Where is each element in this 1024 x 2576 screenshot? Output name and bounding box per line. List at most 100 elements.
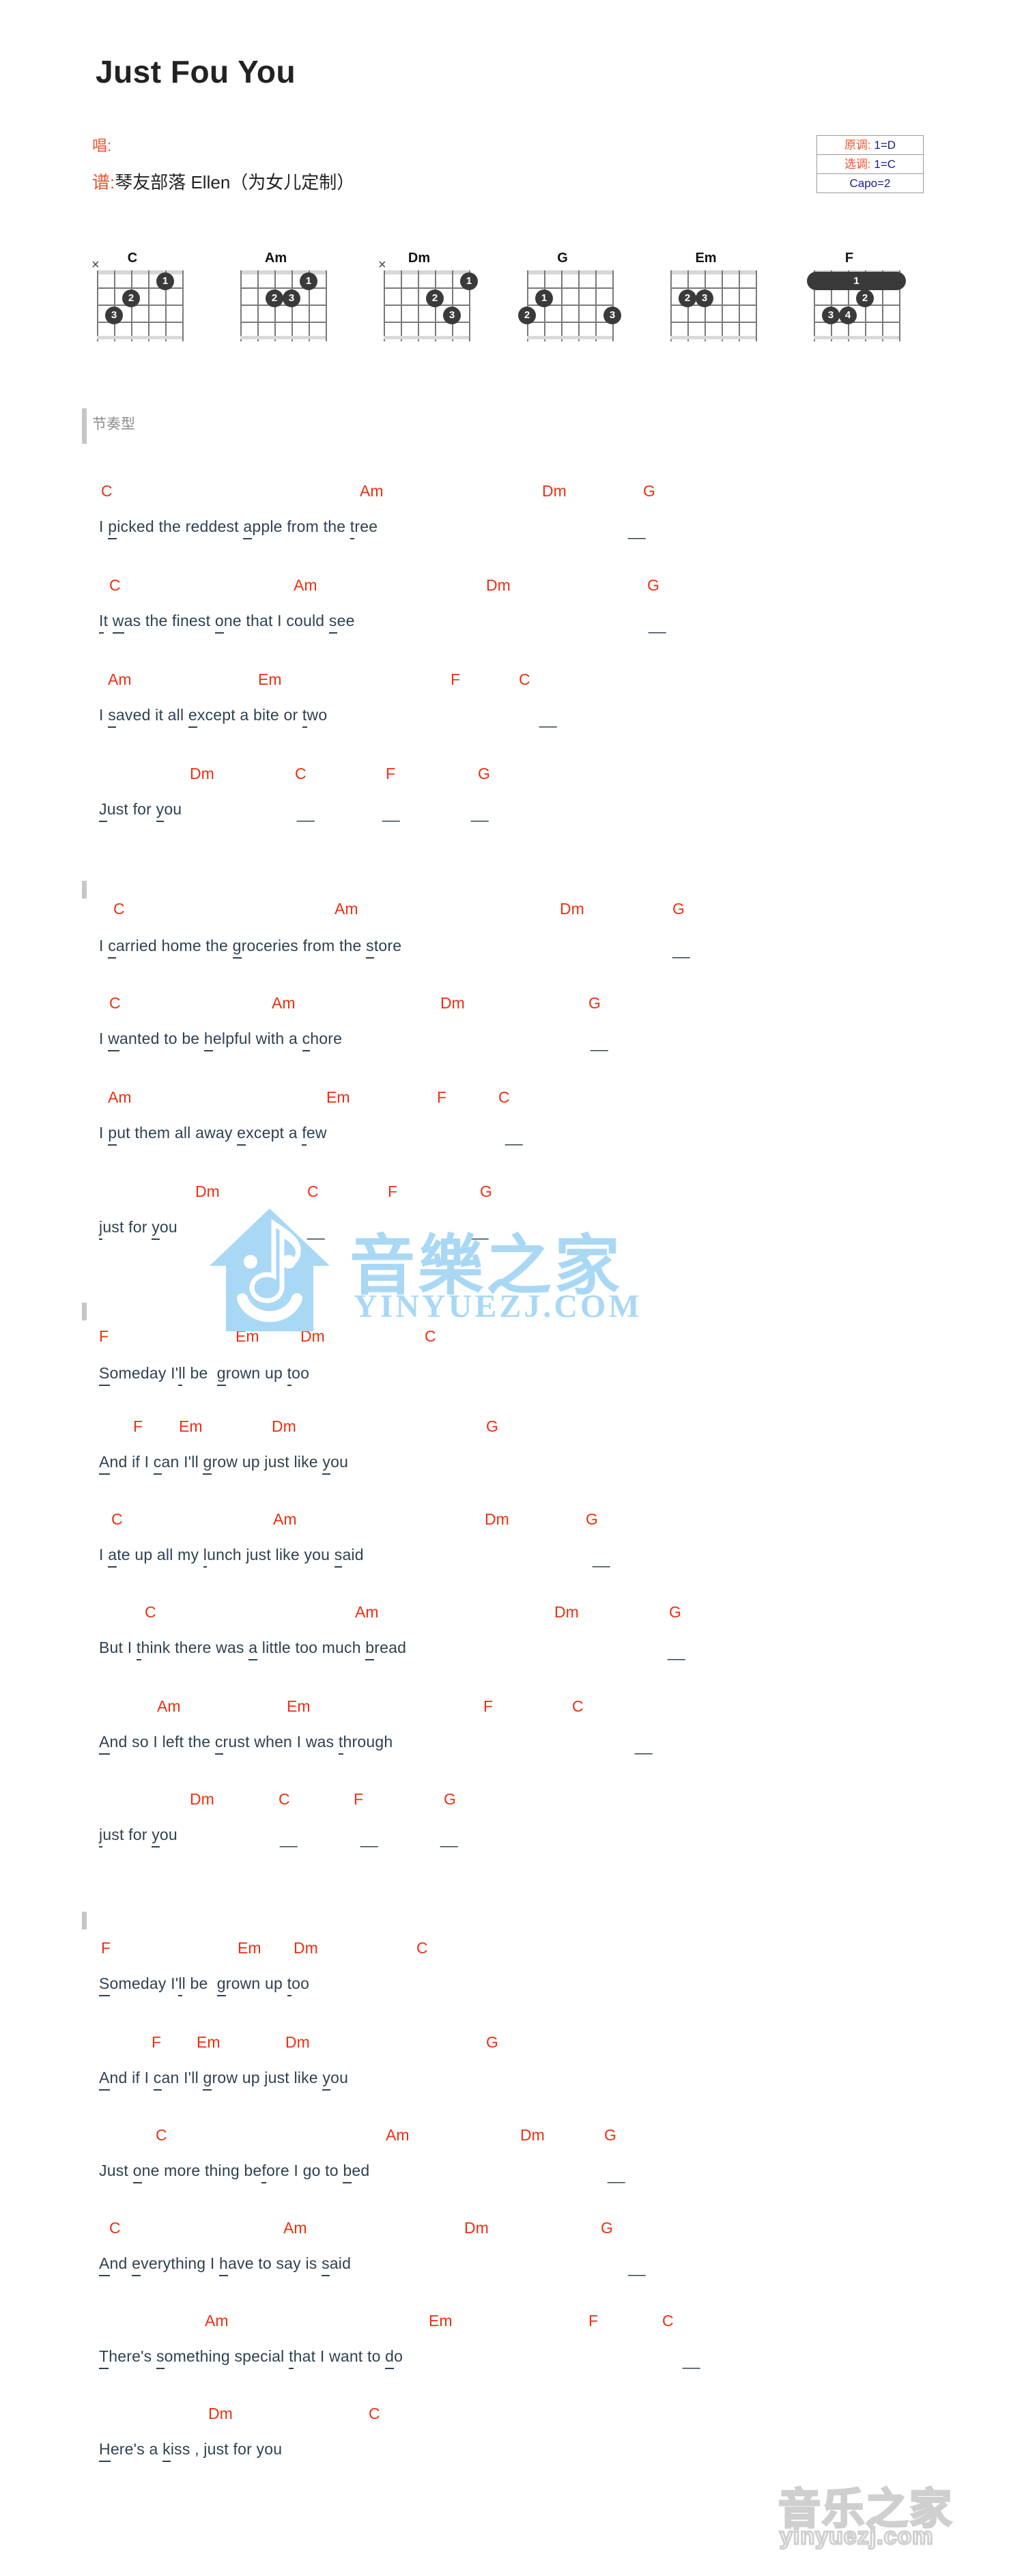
chord-diagram-f: F 1234 bbox=[799, 251, 928, 360]
arranger-credit: 谱:琴友部落 Ellen（为女儿定制） bbox=[92, 169, 354, 194]
lyric-row: Someday I'll be grown up too bbox=[99, 1364, 309, 1386]
chord-row: Am Em F C bbox=[0, 2312, 956, 2332]
singer-credit: 唱: bbox=[92, 134, 111, 156]
chord-finger-dot: 1 bbox=[460, 272, 478, 290]
chord-symbol: G bbox=[672, 900, 685, 918]
chord-fret-line bbox=[240, 322, 326, 323]
chord-fret-line bbox=[240, 305, 326, 306]
chord-diagram-name: Em bbox=[695, 251, 717, 266]
chord-symbol: Em bbox=[179, 1417, 203, 1435]
chord-symbol: Dm bbox=[486, 576, 511, 594]
chord-symbol: G bbox=[604, 2126, 616, 2144]
chord-finger-dot: 1 bbox=[156, 272, 174, 290]
chord-nut bbox=[384, 270, 469, 274]
key-info-label: 选调: bbox=[844, 158, 871, 171]
key-info-row-1: 选调: 1=C bbox=[817, 155, 923, 174]
key-info-row-0: 原调: 1=D bbox=[817, 136, 923, 155]
hold-dash: __ bbox=[683, 2351, 700, 2369]
lyric-row: Here's a kiss , just for you bbox=[99, 2440, 282, 2462]
lyric-text: row up just like bbox=[212, 2069, 323, 2086]
chord-fret-line bbox=[670, 336, 756, 339]
lyric-text: row up just like bbox=[212, 1453, 323, 1471]
chord-symbol: F bbox=[152, 2033, 162, 2051]
lyric-text: ere's a bbox=[110, 2440, 163, 2458]
chord-nut bbox=[527, 270, 612, 274]
lyric-chord-anchor: A bbox=[99, 1453, 110, 1475]
chord-symbol: C bbox=[425, 1327, 436, 1345]
chord-string-line bbox=[595, 270, 597, 341]
chord-row: Dm C F G bbox=[0, 765, 956, 785]
chord-row: C Am Dm G bbox=[0, 2126, 956, 2147]
chord-string-line bbox=[326, 270, 327, 341]
chord-finger-dot: 2 bbox=[679, 289, 696, 307]
chord-symbol: G bbox=[444, 1790, 456, 1808]
hold-dash: __ bbox=[505, 1128, 523, 1146]
lyric-chord-anchor: g bbox=[203, 2069, 212, 2091]
hold-dash-row: __ bbox=[0, 522, 956, 539]
chord-symbol: Am bbox=[355, 1603, 379, 1621]
chord-diagram-dm: Dm 1 2 3 × bbox=[369, 251, 498, 360]
chord-row: C Am Dm G bbox=[0, 482, 956, 503]
hold-dash: __ bbox=[608, 2166, 625, 2183]
chord-row: C Am Dm G bbox=[0, 1603, 956, 1624]
hold-dash: __ bbox=[440, 1830, 458, 1848]
chord-string-line bbox=[561, 270, 563, 341]
chord-row: F Em Dm G bbox=[0, 1417, 956, 1438]
chord-symbol: F bbox=[451, 670, 461, 688]
chord-symbol: Am bbox=[386, 2126, 410, 2144]
chord-symbol: Em bbox=[258, 670, 282, 688]
lyric-text: omeday I' bbox=[109, 1975, 179, 1992]
chord-symbol: G bbox=[647, 576, 659, 594]
lyric-text: l be bbox=[182, 1975, 217, 1992]
chord-string-line bbox=[114, 270, 115, 341]
chord-row: F Em Dm G bbox=[0, 2033, 956, 2054]
chord-string-line bbox=[722, 270, 723, 341]
chord-fretboard: 12 3 bbox=[518, 270, 621, 341]
hold-dash: __ bbox=[672, 941, 690, 959]
lyric-text: ou bbox=[330, 1453, 349, 1471]
chord-fret-line bbox=[97, 336, 182, 339]
hold-dash-row: __ __ __ bbox=[0, 1830, 956, 1848]
chord-symbol: G bbox=[588, 994, 601, 1012]
hold-dash: __ bbox=[391, 1222, 409, 1240]
chord-symbol: F bbox=[133, 1417, 143, 1435]
chord-symbol: C bbox=[279, 1790, 290, 1808]
chord-fret-line bbox=[814, 305, 899, 306]
hold-dash: __ bbox=[471, 804, 489, 822]
chord-row: F Em Dm C bbox=[0, 1327, 956, 1348]
chord-symbol: G bbox=[480, 1183, 492, 1200]
lyric-chord-anchor: g bbox=[203, 1453, 212, 1475]
hold-dash: __ bbox=[591, 1034, 608, 1051]
chord-symbol: Em bbox=[238, 1939, 261, 1957]
chord-string-line bbox=[612, 270, 614, 341]
chord-string-line bbox=[240, 270, 242, 341]
chord-diagram-g: G 12 3 bbox=[512, 251, 642, 360]
chord-finger-dot: 3 bbox=[603, 306, 621, 324]
chord-symbol: C bbox=[307, 1183, 319, 1200]
chord-fretboard: 1234 bbox=[807, 270, 906, 341]
chord-symbol: Dm bbox=[560, 900, 584, 918]
chord-symbol: Dm bbox=[190, 765, 214, 782]
chord-fret-line bbox=[814, 336, 899, 339]
key-info-row-2: Capo=2 bbox=[817, 174, 923, 193]
chord-string-line bbox=[527, 270, 528, 341]
chord-fret-line bbox=[384, 336, 469, 339]
chord-fret-line bbox=[384, 305, 469, 306]
chord-symbol: C bbox=[572, 1697, 584, 1715]
hold-dash-row: __ bbox=[0, 1737, 956, 1755]
chord-symbol: Dm bbox=[190, 1790, 214, 1808]
hold-dash-row: __ bbox=[0, 2166, 956, 2183]
chord-symbol: F bbox=[386, 765, 396, 782]
muted-string-icon: × bbox=[91, 257, 100, 272]
chord-string-line bbox=[756, 270, 757, 341]
hold-dash: __ bbox=[360, 1830, 378, 1848]
chord-symbol: G bbox=[669, 1603, 681, 1621]
hold-dash-row: __ __ __ bbox=[0, 804, 956, 822]
chord-finger-dot: 3 bbox=[696, 289, 713, 307]
lyric-chord-anchor: g bbox=[216, 1364, 226, 1386]
chord-string-line bbox=[418, 270, 419, 341]
chord-symbol: F bbox=[483, 1697, 494, 1715]
chord-row: Am Em F C bbox=[0, 670, 956, 691]
chord-symbol: G bbox=[586, 1510, 598, 1528]
chord-fret-line bbox=[670, 322, 756, 323]
